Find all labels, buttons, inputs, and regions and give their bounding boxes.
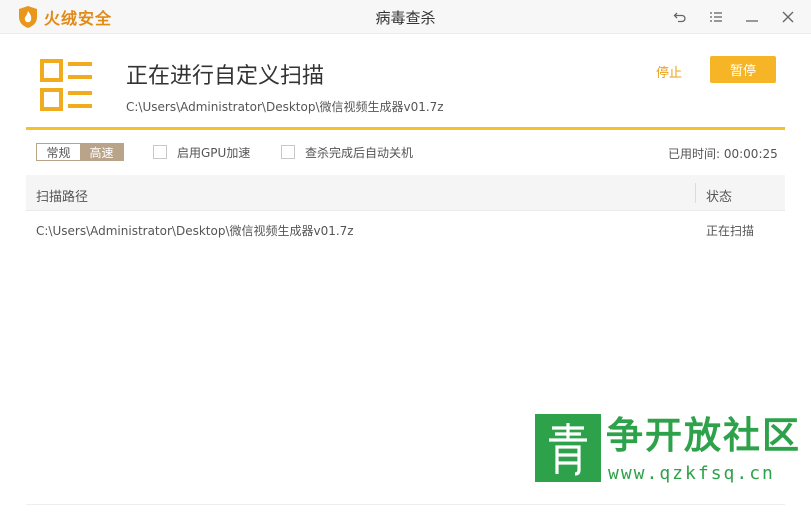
auto-shutdown-label: 查杀完成后自动关机 [305, 146, 414, 160]
watermark-title: 争开放社区 [606, 414, 801, 457]
row-path: C:\Users\Administrator\Desktop\微信视频生成器v0… [36, 224, 354, 238]
column-divider [695, 183, 696, 203]
menu-lines-icon[interactable] [704, 5, 728, 29]
watermark-logo [535, 414, 601, 482]
watermark-url: www.qzkfsq.cn [608, 463, 775, 484]
progress-divider [26, 127, 785, 130]
column-header-status: 状态 [706, 190, 733, 205]
stop-button[interactable]: 停止 [656, 62, 682, 81]
table-row: C:\Users\Administrator\Desktop\微信视频生成器v0… [26, 212, 785, 248]
auto-shutdown-checkbox[interactable] [281, 145, 295, 159]
gpu-label: 启用GPU加速 [177, 146, 251, 160]
close-icon[interactable] [776, 5, 800, 29]
bottom-divider [26, 504, 785, 505]
scan-mode-toggle: 常规 高速 [36, 143, 124, 161]
column-header-path: 扫描路径 [36, 190, 89, 205]
minimize-icon[interactable] [740, 5, 764, 29]
pause-button[interactable]: 暂停 [710, 56, 776, 83]
mode-normal-button[interactable]: 常规 [37, 144, 80, 160]
undo-arrow-icon[interactable] [668, 5, 692, 29]
gpu-checkbox[interactable] [153, 145, 167, 159]
row-status: 正在扫描 [706, 224, 755, 238]
scan-current-path: C:\Users\Administrator\Desktop\微信视频生成器v0… [126, 100, 444, 114]
title-bar: 火绒安全 病毒查杀 [0, 0, 811, 34]
table-header: 扫描路径 状态 [26, 175, 785, 211]
scan-title: 正在进行自定义扫描 [126, 64, 325, 89]
elapsed-time: 已用时间: 00:00:25 [668, 147, 778, 161]
mode-fast-button[interactable]: 高速 [80, 144, 123, 160]
scan-list-icon [40, 59, 92, 111]
